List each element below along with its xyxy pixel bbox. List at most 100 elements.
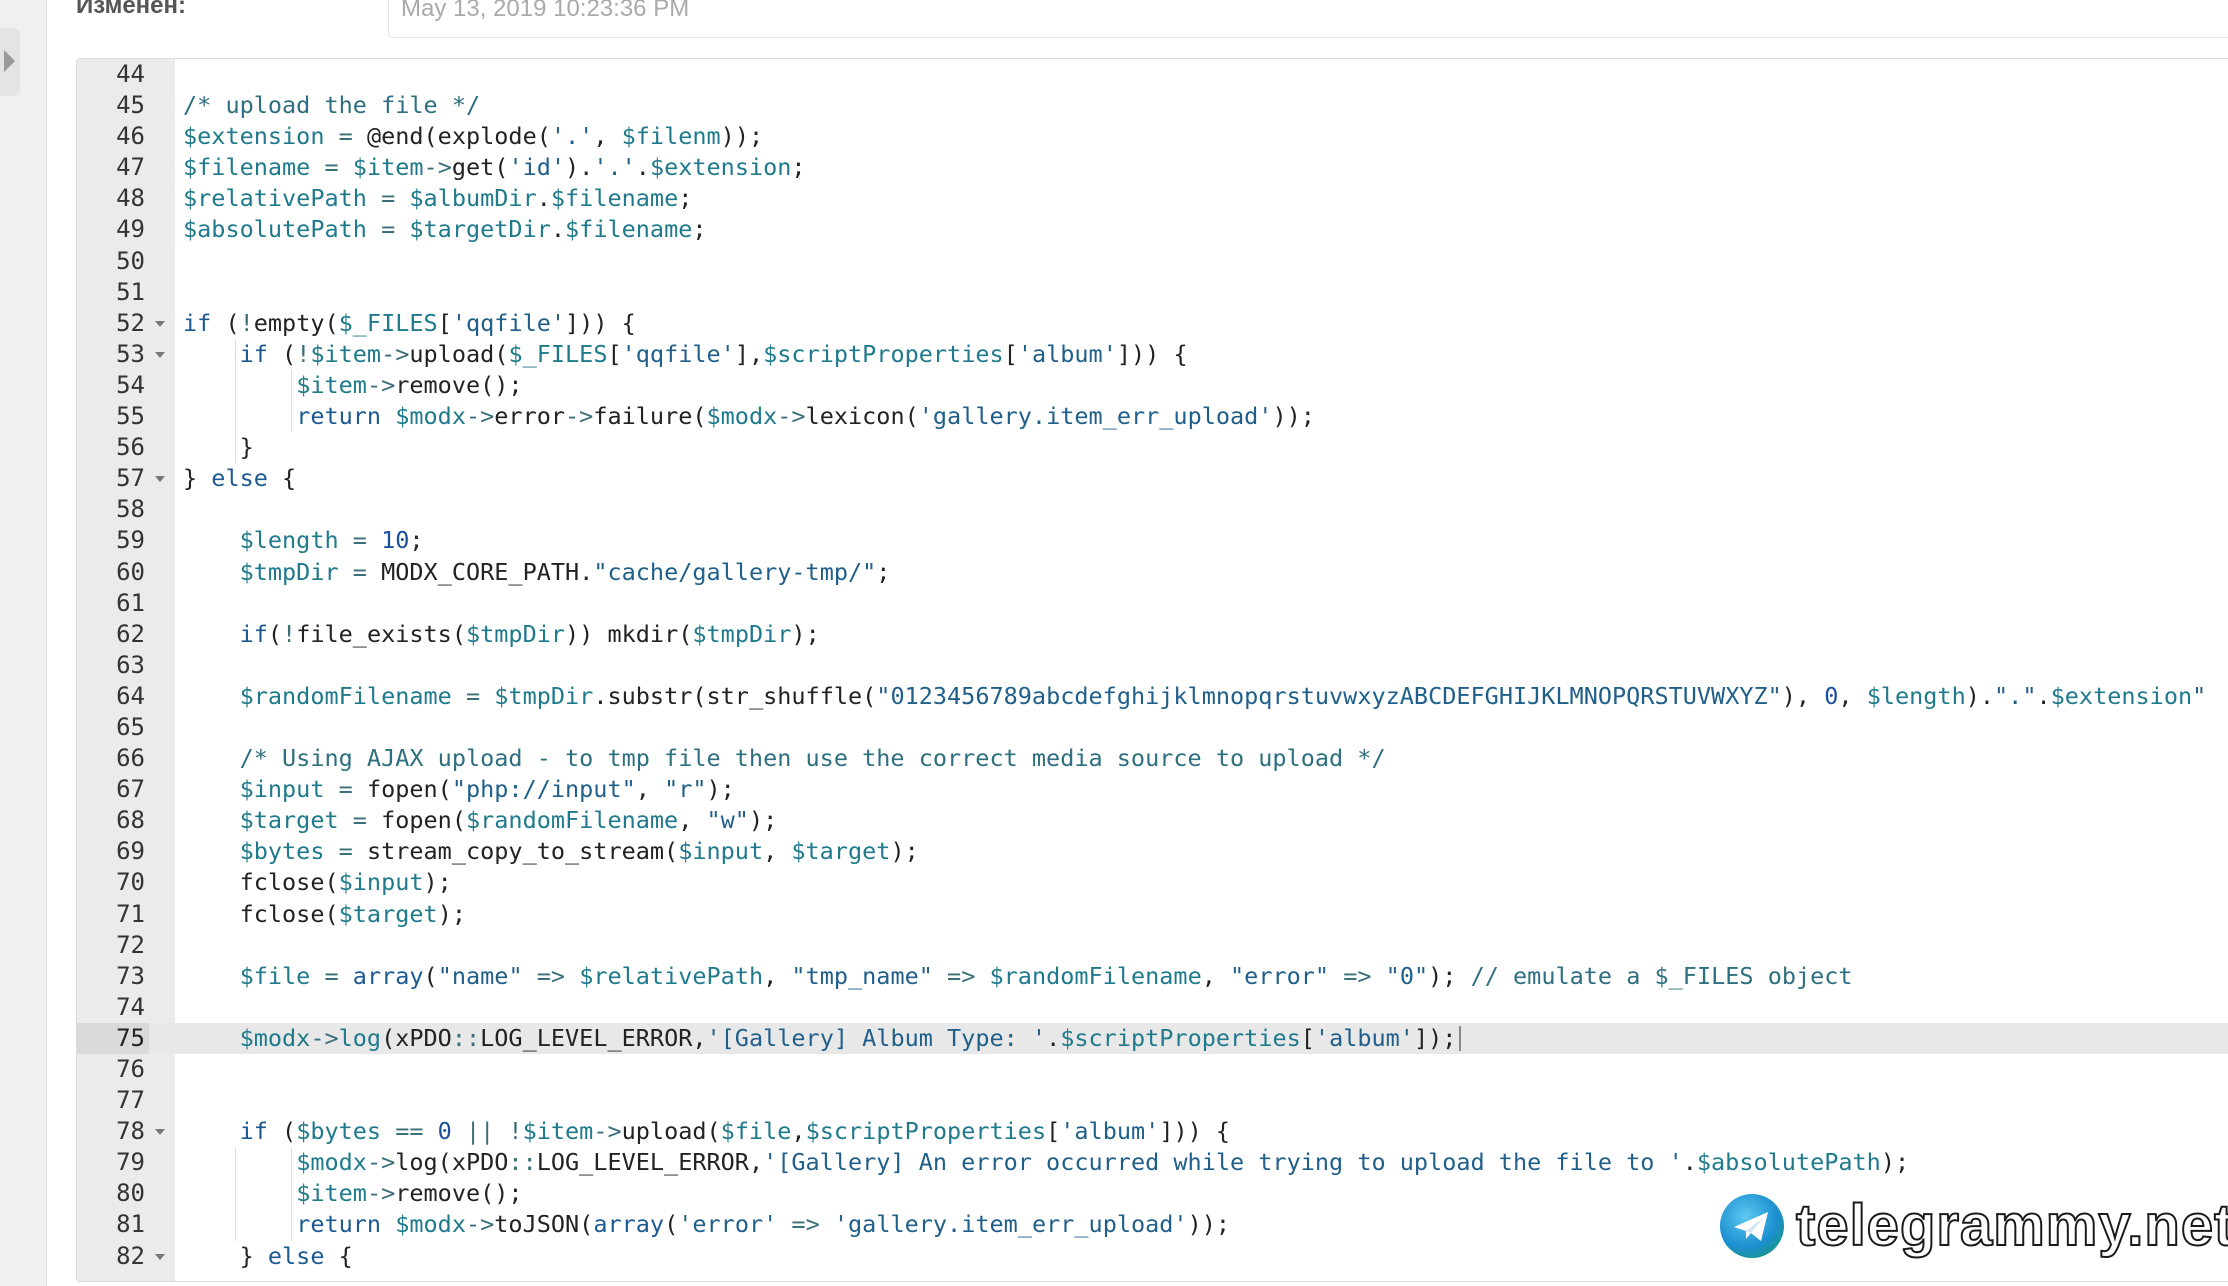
code-line[interactable]: 60 $tmpDir = MODX_CORE_PATH."cache/galle…: [77, 557, 2228, 588]
line-number: 45: [116, 91, 145, 120]
code-token: toJSON(: [494, 1210, 594, 1239]
code-line[interactable]: 52 if (!empty($_FILES['qqfile'])) {: [77, 308, 2228, 339]
code-token: $modx: [296, 1148, 367, 1177]
code-token: =>: [932, 961, 990, 990]
code-token: failure(: [593, 402, 707, 431]
code-token: $target: [239, 806, 339, 835]
code-line[interactable]: 65: [77, 712, 2228, 743]
code-token: $input: [338, 868, 424, 897]
code-token: {: [267, 464, 297, 493]
line-number: 55: [116, 402, 145, 431]
code-token: fclose(: [239, 899, 339, 928]
code-token: MODX_CORE_PATH.: [381, 557, 594, 586]
code-line[interactable]: 53 if (!$item->upload($_FILES['qqfile'],…: [77, 338, 2228, 370]
code-token: $randomFilename: [465, 806, 679, 835]
fold-toggle-icon[interactable]: [155, 476, 165, 483]
code-line[interactable]: 44: [77, 59, 2228, 90]
code-line[interactable]: 56 }: [77, 432, 2228, 464]
code-line[interactable]: 66 /* Using AJAX upload - to tmp file th…: [77, 743, 2228, 774]
code-token: stream_copy_to_stream(: [366, 837, 679, 866]
code-token: );: [1428, 961, 1471, 990]
line-code: fclose($input);: [183, 867, 452, 898]
code-token: if: [239, 1117, 268, 1146]
code-token: $bytes: [239, 837, 325, 866]
code-line[interactable]: 69 $bytes = stream_copy_to_stream($input…: [77, 836, 2228, 867]
code-token: [: [1300, 1023, 1315, 1052]
code-token: );: [791, 619, 820, 648]
code-token: '.': [593, 153, 636, 182]
code-line[interactable]: 74: [77, 992, 2228, 1023]
code-token: upload(: [621, 1117, 721, 1146]
code-line[interactable]: 49 $absolutePath = $targetDir.$filename;: [77, 214, 2228, 245]
code-line[interactable]: 64 $randomFilename = $tmpDir.substr(str_…: [77, 681, 2228, 712]
code-line[interactable]: 54 $item->remove();: [77, 369, 2228, 402]
code-line[interactable]: 73 $file = array("name" => $relativePath…: [77, 961, 2228, 992]
code-token: }: [183, 433, 254, 462]
code-line[interactable]: 78 if ($bytes == 0 || !$item->upload($fi…: [77, 1116, 2228, 1147]
code-line[interactable]: 77: [77, 1085, 2228, 1116]
code-line[interactable]: 58: [77, 494, 2228, 525]
code-token: ,: [635, 775, 665, 804]
code-token: $relativePath: [183, 184, 367, 213]
code-line[interactable]: 75 $modx->log(xPDO::LOG_LEVEL_ERROR,'[Ga…: [77, 1022, 2228, 1054]
code-line[interactable]: 50: [77, 246, 2228, 277]
code-editor[interactable]: 44 45 /* upload the file */ 46 $extension = …: [76, 58, 2228, 1282]
code-line[interactable]: 47 $filename = $item->get('id').'.'.$exte…: [77, 152, 2228, 183]
line-number: 76: [116, 1055, 145, 1083]
code-token: ;: [876, 557, 891, 586]
code-token: 'id': [508, 153, 566, 182]
side-panel-strip: [0, 0, 47, 1286]
line-number: 75: [77, 1022, 149, 1054]
code-line[interactable]: 62 if(!file_exists($tmpDir)) mkdir($tmpD…: [77, 619, 2228, 650]
code-line[interactable]: 76: [77, 1054, 2228, 1085]
code-line[interactable]: 46 $extension = @end(explode('.', $filenm…: [77, 121, 2228, 152]
code-token: remove();: [395, 370, 523, 399]
code-token: ],: [734, 339, 764, 368]
code-token: $filename: [550, 184, 679, 213]
code-line[interactable]: 57} else {: [77, 463, 2228, 494]
code-token: ->: [310, 1023, 339, 1052]
code-line[interactable]: 48 $relativePath = $albumDir.$filename;: [77, 183, 2228, 214]
code-token: ::: [508, 1148, 537, 1177]
code-token: }: [183, 1241, 268, 1270]
code-line[interactable]: 67 $input = fopen("php://input", "r");: [77, 774, 2228, 805]
fold-toggle-icon[interactable]: [155, 1253, 165, 1260]
code-line[interactable]: 45 /* upload the file */: [77, 90, 2228, 121]
code-line[interactable]: 61: [77, 588, 2228, 619]
fold-toggle-icon[interactable]: [155, 320, 165, 327]
line-code: $bytes = stream_copy_to_stream($input, $…: [183, 836, 919, 867]
fold-toggle-icon[interactable]: [155, 1129, 165, 1136]
code-token: 'album': [1060, 1117, 1160, 1146]
fold-toggle-icon[interactable]: [155, 351, 165, 358]
code-line[interactable]: 79 $modx->log(xPDO::LOG_LEVEL_ERROR,'[Ga…: [77, 1147, 2228, 1179]
code-token: );: [890, 837, 919, 866]
code-line[interactable]: 59 $length = 10;: [77, 525, 2228, 556]
code-line[interactable]: 72: [77, 930, 2228, 961]
code-token: =>: [777, 1210, 834, 1239]
code-token: $filename: [183, 153, 311, 182]
code-token: upload(: [409, 339, 509, 368]
code-token: ;: [678, 184, 693, 213]
code-line[interactable]: 55 return $modx->error->failure($modx->l…: [77, 401, 2228, 433]
code-line[interactable]: 71 fclose($target);: [77, 899, 2228, 930]
code-token: return: [296, 1210, 382, 1239]
line-number: 81: [116, 1210, 145, 1239]
code-token: {: [324, 1241, 353, 1270]
panel-collapse-toggle[interactable]: [0, 28, 20, 96]
code-token: =: [324, 775, 367, 804]
code-token: [: [437, 308, 452, 337]
code-line[interactable]: 70 fclose($input);: [77, 867, 2228, 898]
code-token: log(xPDO: [395, 1148, 509, 1177]
code-line[interactable]: 51: [77, 277, 2228, 308]
modified-date-field[interactable]: May 13, 2019 10:23:36 PM: [388, 0, 2228, 38]
code-line[interactable]: 68 $target = fopen($randomFilename, "w")…: [77, 805, 2228, 836]
code-token: $targetDir: [409, 215, 551, 244]
code-token: 'album': [1314, 1023, 1414, 1052]
code-token: 0: [437, 1117, 452, 1146]
code-line[interactable]: 63: [77, 650, 2228, 681]
line-number: 61: [116, 588, 145, 617]
